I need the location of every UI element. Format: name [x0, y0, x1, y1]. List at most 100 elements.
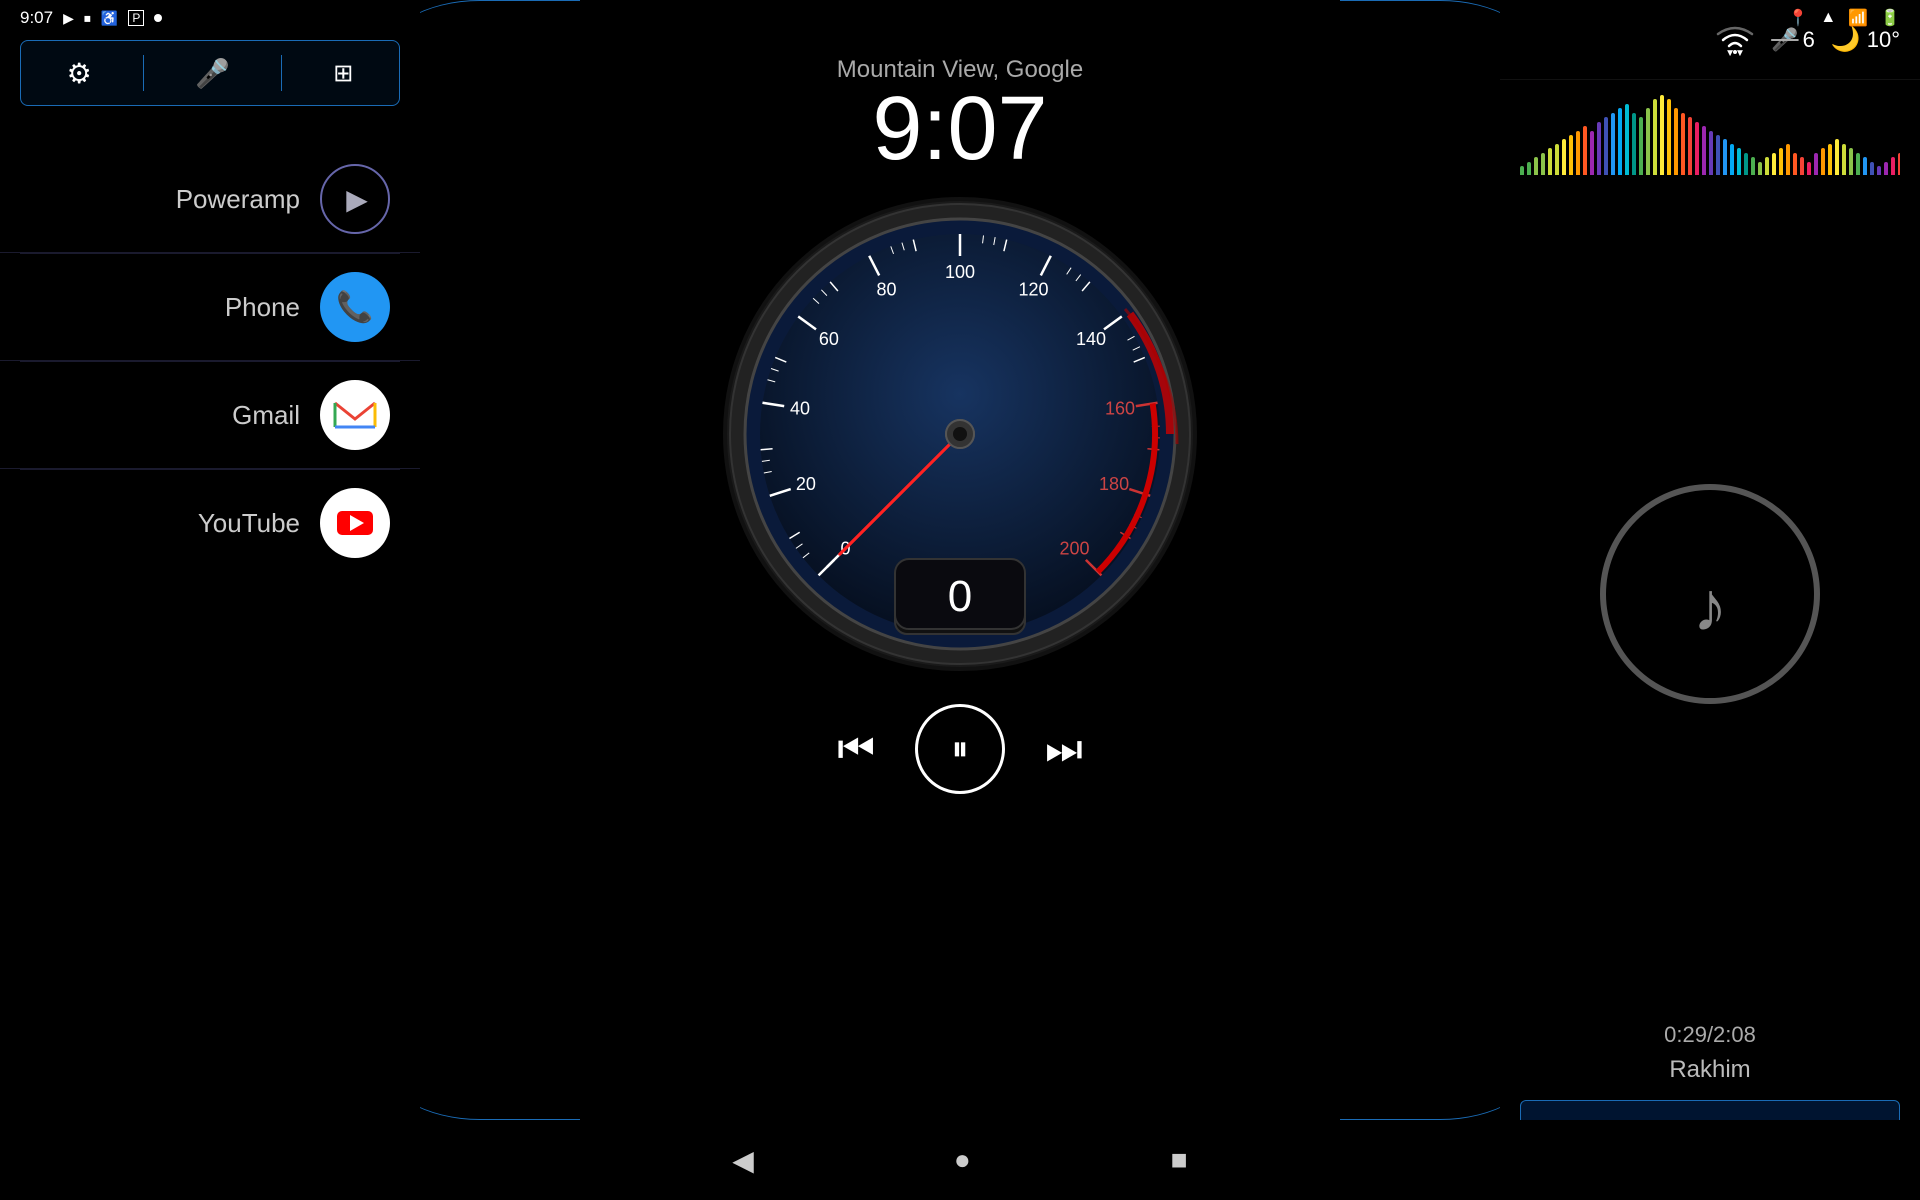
music-note-circle: ♪ — [1600, 484, 1820, 704]
equalizer-bar — [1716, 135, 1720, 175]
header-info: Mountain View, Google 9:07 — [837, 36, 1083, 174]
poweramp-icon[interactable]: ▶ — [320, 164, 390, 234]
equalizer-bar — [1877, 166, 1881, 175]
right-panel: ▼▼ 🎤 6 🌙 10° ♪ 0:29/2:08 Rakhim Fendi — [1500, 0, 1920, 1200]
equalizer-bar — [1891, 157, 1895, 175]
accessibility-icon: ♿ — [101, 10, 118, 27]
home-button[interactable]: ● — [954, 1144, 971, 1176]
phone-icon[interactable]: 📞 — [320, 272, 390, 342]
equalizer-bar — [1611, 113, 1615, 175]
equalizer-bar — [1779, 148, 1783, 175]
nav-bar: ◀ ● ■ — [0, 1120, 1920, 1200]
wifi-status-icon: ▲ — [1820, 9, 1836, 27]
equalizer-bar — [1527, 162, 1531, 175]
speedometer-label: 160 — [1105, 399, 1135, 419]
speedometer-label: 80 — [876, 280, 896, 300]
equalizer-bar — [1702, 126, 1706, 175]
equalizer-bar — [1583, 126, 1587, 175]
equalizer-bar — [1758, 162, 1762, 175]
equalizer-bar — [1653, 99, 1657, 175]
pause-button[interactable]: ⏸ — [915, 704, 1005, 794]
equalizer-visualization — [1520, 95, 1900, 175]
equalizer-bar — [1828, 144, 1832, 175]
equalizer-bar — [1814, 153, 1818, 175]
list-item[interactable]: Poweramp ▶ — [0, 146, 420, 253]
phone-label: Phone — [225, 292, 300, 323]
app-list: Poweramp ▶ Phone 📞 Gmail — [0, 126, 420, 1108]
toolbar-divider-1 — [143, 55, 144, 91]
track-artist: Rakhim — [1520, 1056, 1900, 1084]
youtube-icon[interactable] — [320, 488, 390, 558]
equalizer-bar — [1842, 144, 1846, 175]
equalizer-bar — [1590, 131, 1594, 175]
equalizer-bar — [1772, 153, 1776, 175]
youtube-svg — [332, 505, 378, 541]
equalizer-bar — [1870, 162, 1874, 175]
status-right: 📍 ▲ 📶 🔋 — [1788, 8, 1900, 28]
gmail-icon[interactable] — [320, 380, 390, 450]
gmail-svg — [332, 397, 378, 433]
list-item[interactable]: YouTube — [0, 470, 420, 576]
equalizer-bar — [1660, 95, 1664, 175]
music-controls: ⏮ ⏸ ⏭ — [837, 704, 1083, 794]
location-icon: 📍 — [1788, 8, 1808, 28]
settings-icon[interactable]: ⚙ — [67, 57, 92, 90]
equalizer-bar — [1681, 113, 1685, 175]
equalizer-bar — [1555, 144, 1559, 175]
equalizer-bar — [1856, 153, 1860, 175]
equalizer-bar — [1618, 108, 1622, 175]
recents-button[interactable]: ■ — [1171, 1144, 1188, 1176]
equalizer-bar — [1723, 139, 1727, 175]
time-display: 9:07 — [20, 8, 53, 28]
music-icon-area: ♪ — [1500, 185, 1920, 1002]
prev-track-button[interactable]: ⏮ — [837, 725, 875, 774]
speedometer-label: 20 — [796, 474, 816, 494]
speed-value: 0 — [948, 572, 972, 621]
center-panel: Mountain View, Google 9:07 — [420, 36, 1500, 1120]
equalizer-bar — [1695, 122, 1699, 175]
equalizer-bar — [1744, 153, 1748, 175]
music-note-svg: ♪ — [1650, 534, 1770, 654]
equalizer-bar — [1821, 148, 1825, 175]
equalizer-bar — [1709, 131, 1713, 175]
equalizer-bar — [1562, 139, 1566, 175]
equalizer-bar — [1898, 153, 1900, 175]
speedometer-label: 200 — [1060, 539, 1090, 559]
equalizer-bar — [1569, 135, 1573, 175]
equalizer-bar — [1835, 139, 1839, 175]
list-item[interactable]: Gmail — [0, 362, 420, 469]
equalizer-bar — [1884, 162, 1888, 175]
equalizer-bar — [1863, 157, 1867, 175]
equalizer-bar — [1849, 148, 1853, 175]
equalizer-bar — [1786, 144, 1790, 175]
gmail-label: Gmail — [232, 400, 300, 431]
equalizer-bar — [1674, 108, 1678, 175]
next-track-button[interactable]: ⏭ — [1045, 725, 1083, 774]
stop-icon: ⏹ — [84, 10, 91, 27]
back-button[interactable]: ◀ — [732, 1144, 754, 1177]
equalizer-bar — [1625, 104, 1629, 175]
speedometer-container: 0 0 0204060801001201401601802000 — [710, 184, 1210, 684]
speedometer-label: 180 — [1099, 474, 1129, 494]
svg-text:▼▼: ▼▼ — [1725, 48, 1745, 56]
equalizer-bar — [1688, 117, 1692, 175]
speedometer-label: 40 — [790, 399, 810, 419]
equalizer-bar — [1667, 99, 1671, 175]
equalizer-bar — [1548, 148, 1552, 175]
status-bar: 9:07 ▶ ⏹ ♿ P 📍 ▲ 📶 🔋 — [0, 0, 1920, 36]
left-panel: ⚙ 🎤 ⊞ Poweramp ▶ Phone 📞 Gmail — [0, 0, 420, 1200]
dot-icon — [154, 14, 162, 22]
svg-text:♪: ♪ — [1693, 567, 1728, 645]
microphone-icon[interactable]: 🎤 — [195, 57, 230, 90]
equalizer-bar — [1765, 157, 1769, 175]
equalizer-bar — [1597, 122, 1601, 175]
equalizer-bar — [1807, 162, 1811, 175]
poweramp-label: Poweramp — [176, 184, 300, 215]
toolbar-divider-2 — [281, 55, 282, 91]
equalizer-bar — [1632, 113, 1636, 175]
youtube-label: YouTube — [198, 508, 300, 539]
apps-grid-icon[interactable]: ⊞ — [333, 59, 353, 88]
list-item[interactable]: Phone 📞 — [0, 254, 420, 361]
parking-icon: P — [128, 10, 144, 26]
equalizer-bar — [1520, 166, 1524, 175]
